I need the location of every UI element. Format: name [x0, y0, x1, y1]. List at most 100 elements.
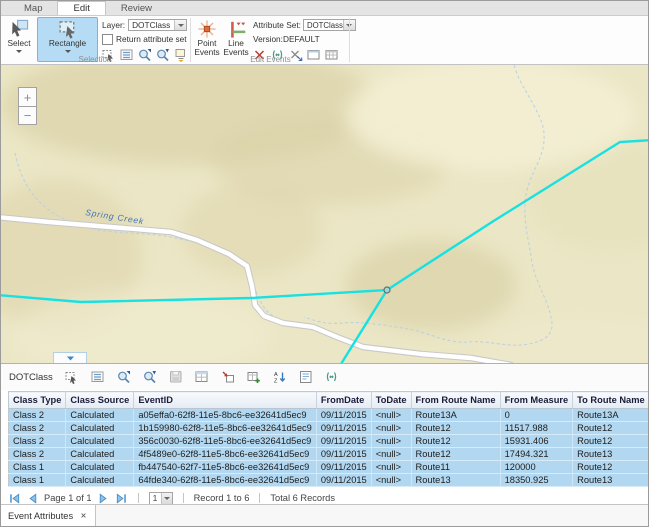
table-cell: a05effa0-62f8-11e5-8bc6-ee32641d5ec9 [134, 409, 317, 422]
table-row[interactable]: Class 2Calculated356c0030-62f8-11e5-8bc6… [9, 435, 649, 448]
event-attributes-tab[interactable]: Event Attributes [1, 505, 96, 526]
layer-combo[interactable]: DOTClass [128, 19, 187, 31]
point-events-icon [197, 19, 217, 39]
tab-review[interactable]: Review [106, 1, 167, 15]
column-header[interactable]: FromDate [316, 392, 371, 409]
version-label: Version:DEFAULT [253, 34, 320, 44]
group-divider [349, 18, 350, 62]
svg-text:A: A [274, 372, 278, 378]
close-tab-icon[interactable] [79, 511, 88, 520]
zoom-out-button[interactable]: − [18, 106, 37, 125]
record-range-text: Record 1 to 6 [194, 493, 250, 503]
table-cell: 09/11/2015 [316, 435, 371, 448]
chevron-down-icon [16, 50, 22, 53]
column-header[interactable]: Class Source [66, 392, 134, 409]
table-cell: 120000 [500, 461, 573, 474]
column-header[interactable]: From Measure [500, 392, 573, 409]
attribute-set-combo[interactable]: DOTClass [303, 19, 356, 31]
table-cell: Route12 [411, 435, 500, 448]
page-number-combo[interactable]: 1 [149, 492, 173, 505]
table-cell: Calculated [66, 448, 134, 461]
column-header[interactable]: EventID [134, 392, 317, 409]
sort-records-icon[interactable]: AZ [273, 370, 287, 384]
zoom-to-selection-icon[interactable] [117, 370, 131, 384]
table-row[interactable]: Class 1Calculatedfb447540-62f7-11e5-8bc6… [9, 461, 649, 474]
table-cell: Calculated [66, 422, 134, 435]
table-row[interactable]: Class 2Calculated1b159980-62f8-11e5-8bc6… [9, 422, 649, 435]
save-icon[interactable] [169, 370, 183, 384]
table-cell: 09/11/2015 [316, 422, 371, 435]
table-cell: Class 2 [9, 422, 66, 435]
last-page-icon[interactable] [115, 492, 128, 505]
table-cell: Route13A [411, 409, 500, 422]
table-cell: Route13A [573, 409, 649, 422]
svg-text:Z: Z [274, 379, 278, 385]
line-events-icon [226, 19, 246, 39]
column-header[interactable]: From Route Name [411, 392, 500, 409]
return-attribute-set-checkbox[interactable] [102, 34, 113, 45]
total-records-text: Total 6 Records [270, 493, 335, 503]
pan-to-selection-icon[interactable] [143, 370, 157, 384]
route-junction-marker[interactable] [384, 287, 390, 293]
table-cell: Route12 [573, 461, 649, 474]
map-canvas: Spring Creek [1, 65, 649, 363]
table-cell: Class 1 [9, 474, 66, 487]
attribute-set-label: Attribute Set: [253, 20, 301, 30]
tab-edit[interactable]: Edit [57, 1, 105, 15]
table-cell: Class 1 [9, 461, 66, 474]
table-cell: fb447540-62f7-11e5-8bc6-ee32641d5ec9 [134, 461, 317, 474]
divider [183, 493, 184, 503]
measure-icon[interactable] [325, 370, 339, 384]
collapse-panel-button[interactable] [53, 352, 87, 363]
add-records-icon[interactable] [247, 370, 261, 384]
page-number-value: 1 [153, 493, 158, 503]
table-cell: Route13 [411, 474, 500, 487]
select-tool-label: Select [7, 39, 30, 48]
table-row[interactable]: Class 2Calculated4f5489e0-62f8-11e5-8bc6… [9, 448, 649, 461]
table-cell: Calculated [66, 474, 134, 487]
show-attributes-icon[interactable] [91, 370, 105, 384]
next-page-icon[interactable] [97, 492, 110, 505]
table-cell: <null> [371, 409, 411, 422]
table-cell: Class 2 [9, 435, 66, 448]
first-page-icon[interactable] [8, 492, 21, 505]
export-selected-records-icon[interactable] [221, 370, 235, 384]
column-header[interactable]: ToDate [371, 392, 411, 409]
divider [138, 493, 139, 503]
chevron-down-icon [174, 20, 186, 30]
tab-map[interactable]: Map [9, 1, 57, 15]
page-count-text: Page 1 of 1 [44, 493, 92, 503]
table-cell: 15931.406 [500, 435, 573, 448]
table-cell: Route13 [573, 474, 649, 487]
table-row[interactable]: Class 2Calculateda05effa0-62f8-11e5-8bc6… [9, 409, 649, 422]
table-cell: <null> [371, 422, 411, 435]
chevron-down-icon [161, 493, 172, 504]
select-records-icon[interactable] [65, 370, 79, 384]
attribute-table: Class TypeClass SourceEventIDFromDateToD… [8, 391, 649, 487]
layer-label: Layer: [102, 20, 125, 30]
table-cell: 18350.925 [500, 474, 573, 487]
table-row[interactable]: Class 1Calculated64fde340-62f8-11e5-8bc6… [9, 474, 649, 487]
group-divider [190, 18, 191, 62]
form-view-icon[interactable] [299, 370, 313, 384]
selection-group-label: Selection [1, 55, 189, 64]
table-cell: 09/11/2015 [316, 474, 371, 487]
zoom-in-button[interactable]: + [18, 87, 37, 106]
table-cell: Class 2 [9, 448, 66, 461]
layer-combo-value: DOTClass [132, 20, 170, 30]
attribute-table-toolbar: DOTClass AZ [1, 364, 648, 390]
table-cell: Route11 [411, 461, 500, 474]
table-cell: 0 [500, 409, 573, 422]
table-cell: Calculated [66, 435, 134, 448]
previous-page-icon[interactable] [26, 492, 39, 505]
table-cell: 17494.321 [500, 448, 573, 461]
table-cell: 1b159980-62f8-11e5-8bc6-ee32641d5ec9 [134, 422, 317, 435]
switch-table-icon[interactable] [195, 370, 209, 384]
column-header[interactable]: To Route Name [573, 392, 649, 409]
map-view[interactable]: Spring Creek + − [1, 65, 649, 363]
table-cell: 64fde340-62f8-11e5-8bc6-ee32641d5ec9 [134, 474, 317, 487]
divider [259, 493, 260, 503]
panel-title: DOTClass [9, 372, 53, 383]
rectangle-tool-label: Rectangle [49, 39, 86, 48]
column-header[interactable]: Class Type [9, 392, 66, 409]
